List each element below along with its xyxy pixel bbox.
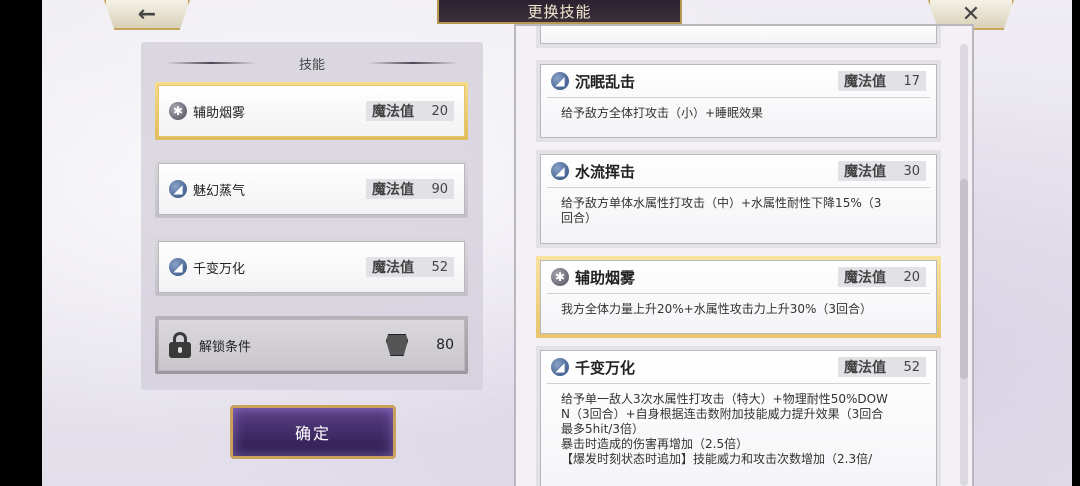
water-icon: ◢ xyxy=(551,72,569,90)
rank-icon xyxy=(386,334,408,356)
skill-card-name: 辅助烟雾 xyxy=(575,268,636,287)
equipped-skills-header: 技能 xyxy=(141,54,483,73)
mp-value: 52 xyxy=(903,359,920,375)
scrollbar-thumb[interactable] xyxy=(960,179,968,379)
page-title: 更换技能 xyxy=(437,0,682,24)
mp-cost: 魔法值 20 xyxy=(366,101,454,121)
skill-slot-3[interactable]: ◢ 千变万化 魔法值 52 xyxy=(155,238,468,296)
skill-slot-name: 千变万化 xyxy=(193,261,246,277)
mp-value: 30 xyxy=(903,163,920,179)
mp-label: 魔法值 xyxy=(844,270,886,286)
mp-value: 17 xyxy=(903,73,920,89)
mp-label: 魔法值 xyxy=(844,360,886,376)
skill-card-name: 水流挥击 xyxy=(575,162,636,181)
locked-skill-slot[interactable]: 解锁条件 80 xyxy=(155,316,468,374)
mp-label: 魔法值 xyxy=(844,74,886,90)
mp-value: 20 xyxy=(431,103,448,119)
skill-card-name: 千变万化 xyxy=(575,358,636,377)
mp-cost: 魔法值 20 xyxy=(838,267,926,287)
support-icon: ✱ xyxy=(169,102,187,120)
skill-card-description: 给予单一敌人3次水属性打攻击（特大）+物理耐性50%DOW N（3回合）+自身根… xyxy=(547,383,930,475)
support-icon: ✱ xyxy=(551,268,569,286)
mp-cost: 魔法值 90 xyxy=(366,179,454,199)
skill-card[interactable]: ◢ 千变万化 魔法值 52 给予单一敌人3次水属性打攻击（特大）+物理耐性50%… xyxy=(536,346,941,486)
skill-card-description: 给予敌方单体水属性打攻击（中）+水属性耐性下降15%（3 回合） xyxy=(547,187,930,234)
water-icon: ◢ xyxy=(551,162,569,180)
confirm-button[interactable]: 确定 xyxy=(230,405,396,459)
mp-cost: 魔法值 52 xyxy=(366,257,454,277)
skill-card-partial[interactable] xyxy=(536,26,941,48)
lock-icon xyxy=(169,332,191,358)
screen-edge-right xyxy=(1072,0,1080,486)
mp-cost: 魔法值 17 xyxy=(838,71,926,91)
skill-slot-1[interactable]: ✱ 辅助烟雾 魔法值 20 xyxy=(155,82,468,140)
mp-cost: 魔法值 30 xyxy=(838,161,926,181)
skill-card-description: 给予敌方全体打攻击（小）+睡眠效果 xyxy=(547,97,930,129)
skill-list-panel[interactable]: ◢ 沉眠乱击 魔法值 17 给予敌方全体打攻击（小）+睡眠效果 ◢ 水流挥击 魔… xyxy=(514,24,974,486)
mp-value: 52 xyxy=(431,259,448,275)
water-icon: ◢ xyxy=(551,358,569,376)
skill-slot-name: 魅幻蒸气 xyxy=(193,183,246,199)
mp-label: 魔法值 xyxy=(372,182,414,198)
water-icon: ◢ xyxy=(169,180,187,198)
skill-card[interactable]: ◢ 水流挥击 魔法值 30 给予敌方单体水属性打攻击（中）+水属性耐性下降15%… xyxy=(536,150,941,248)
equipped-skills-title: 技能 xyxy=(298,57,325,73)
unlock-condition-value: 80 xyxy=(436,337,454,353)
mp-label: 魔法值 xyxy=(372,260,414,276)
ornament-left xyxy=(166,62,256,64)
scrollbar[interactable] xyxy=(960,44,968,486)
skill-card-description: 我方全体力量上升20%+水属性攻击力上升30%（3回合） xyxy=(547,293,930,325)
ornament-right xyxy=(368,62,458,64)
water-icon: ◢ xyxy=(169,258,187,276)
mp-label: 魔法值 xyxy=(372,104,414,120)
skill-slot-name: 辅助烟雾 xyxy=(193,105,246,121)
skill-slot-2[interactable]: ◢ 魅幻蒸气 魔法值 90 xyxy=(155,160,468,218)
equipped-skills-panel: 技能 ✱ 辅助烟雾 魔法值 20 ◢ 魅幻蒸气 魔法值 90 ◢ 千变万化 魔法… xyxy=(141,42,483,390)
mp-label: 魔法值 xyxy=(844,164,886,180)
skill-card-name: 沉眠乱击 xyxy=(575,72,636,91)
back-button[interactable]: ← xyxy=(104,0,190,30)
mp-value: 90 xyxy=(431,181,448,197)
mp-value: 20 xyxy=(903,269,920,285)
back-arrow-icon: ← xyxy=(137,1,157,27)
screen-edge-left xyxy=(0,0,42,486)
close-icon: ✕ xyxy=(961,1,981,27)
skill-card[interactable]: ◢ 沉眠乱击 魔法值 17 给予敌方全体打攻击（小）+睡眠效果 xyxy=(536,60,941,142)
unlock-condition-label: 解锁条件 xyxy=(199,339,252,355)
mp-cost: 魔法值 52 xyxy=(838,357,926,377)
skill-card-selected[interactable]: ✱ 辅助烟雾 魔法值 20 我方全体力量上升20%+水属性攻击力上升30%（3回… xyxy=(536,256,941,338)
